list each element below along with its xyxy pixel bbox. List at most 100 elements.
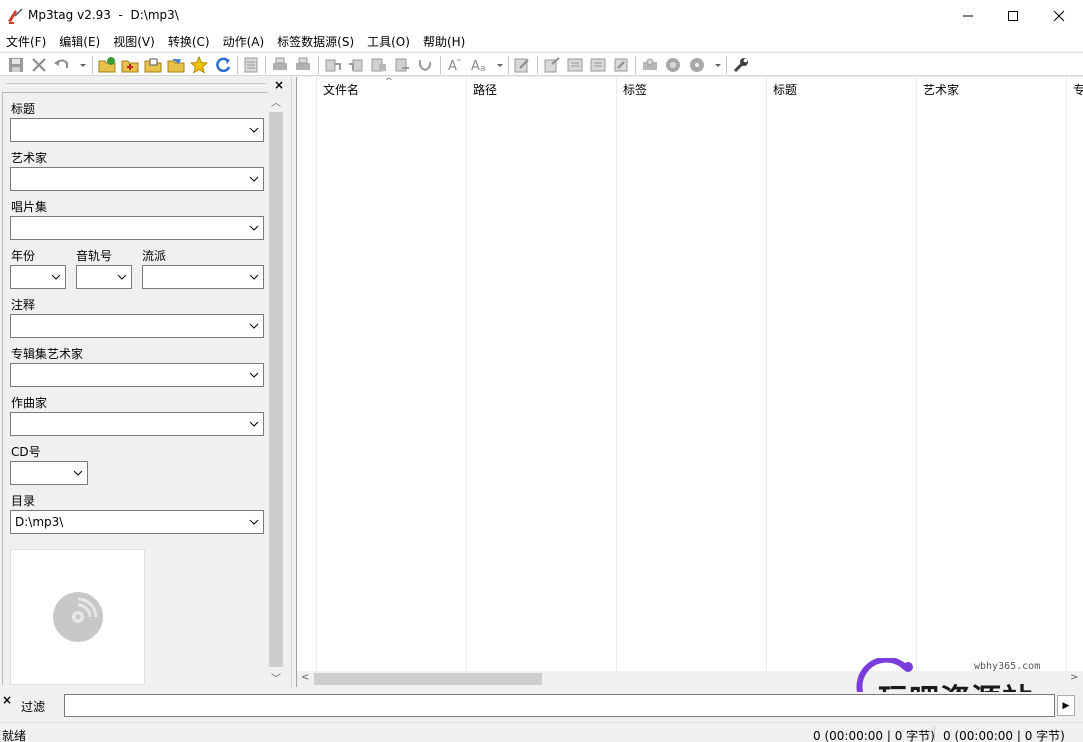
column-title[interactable]: 标题: [766, 77, 916, 671]
filter-close-button[interactable]: ×: [2, 693, 12, 707]
save-button[interactable]: [7, 56, 25, 74]
panel-grip[interactable]: [6, 83, 266, 86]
menu-help[interactable]: 帮助(H): [417, 31, 472, 51]
column-album[interactable]: 专: [1066, 77, 1083, 671]
web-source-icon: [666, 58, 680, 72]
filter-label: 过滤: [21, 700, 46, 714]
print-button[interactable]: [271, 56, 289, 74]
autonumber-button[interactable]: [416, 56, 434, 74]
print-preview-button[interactable]: [294, 56, 312, 74]
file-list[interactable]: ^ 文件名 路径 标签 标题 艺术家 专 < >: [296, 77, 1083, 688]
chevron-down-icon: [249, 225, 259, 231]
remove-tag-icon: [32, 58, 46, 72]
undo-button[interactable]: [53, 56, 71, 74]
menu-edit[interactable]: 编辑(E): [53, 31, 107, 51]
menu-convert[interactable]: 转换(C): [162, 31, 217, 51]
chevron-down-icon: [51, 274, 61, 280]
open-folder-icon: [144, 58, 162, 73]
tag-panel-scrollbar[interactable]: ︿ ﹀: [268, 92, 284, 685]
file-list-scroll-thumb[interactable]: [314, 673, 542, 685]
album-artist-combo[interactable]: [10, 363, 264, 387]
quick-action-icon: [614, 58, 628, 72]
scroll-up-icon[interactable]: ︿: [271, 94, 281, 109]
open-folder-button[interactable]: [144, 56, 162, 74]
album-combo[interactable]: [10, 216, 264, 240]
year-combo[interactable]: [10, 265, 66, 289]
comment-combo[interactable]: [10, 314, 264, 338]
chevron-down-icon: [73, 470, 83, 476]
scroll-left-icon[interactable]: <: [301, 672, 309, 683]
track-combo[interactable]: [76, 265, 132, 289]
minimize-button[interactable]: [945, 0, 991, 31]
composer-label: 作曲家: [11, 396, 48, 410]
column-path[interactable]: 路径: [466, 77, 616, 671]
menu-view[interactable]: 视图(V): [107, 31, 162, 51]
column-filename[interactable]: 文件名: [316, 77, 466, 671]
disc-combo[interactable]: [10, 461, 88, 485]
filename-tag-button[interactable]: [347, 56, 365, 74]
text-format-dropdown[interactable]: [491, 56, 503, 74]
column-tag[interactable]: 标签: [616, 77, 766, 671]
folder-playlist-icon: [167, 59, 185, 73]
list-button[interactable]: [589, 56, 607, 74]
filter-bar: × 过滤 ▶: [0, 692, 1083, 719]
menu-tag-sources[interactable]: 标签数据源(S): [271, 31, 361, 51]
title-label: 标题: [11, 102, 36, 116]
composer-combo[interactable]: [10, 412, 264, 436]
status-divider: [934, 726, 935, 741]
svg-text:A: A: [448, 59, 457, 74]
web-source-button[interactable]: [664, 56, 682, 74]
album-label: 唱片集: [11, 200, 48, 214]
discogs-button[interactable]: [688, 56, 706, 74]
change-directory-button[interactable]: [98, 56, 116, 74]
genre-combo[interactable]: [142, 265, 264, 289]
menu-file[interactable]: 文件(F): [0, 31, 53, 51]
cover-art[interactable]: [10, 549, 145, 685]
status-total: 0 (00:00:00 | 0 字节): [943, 729, 1065, 742]
add-directory-icon: [121, 60, 139, 73]
export-icon: [544, 57, 560, 73]
remove-tag-button[interactable]: [30, 56, 48, 74]
add-directory-button[interactable]: [121, 56, 139, 74]
freedb-icon: [643, 58, 657, 70]
maximize-icon: [1008, 10, 1018, 21]
maximize-button[interactable]: [990, 0, 1036, 31]
disc-label: CD号: [11, 445, 41, 459]
quick-action-button[interactable]: [612, 56, 630, 74]
web-sources-dropdown[interactable]: [709, 56, 721, 74]
import-button[interactable]: [566, 56, 584, 74]
case-conversion-button[interactable]: A: [446, 56, 464, 74]
tag-tag-button[interactable]: [393, 56, 411, 74]
scroll-down-icon[interactable]: ﹀: [271, 670, 281, 685]
options-button[interactable]: [732, 56, 750, 74]
refresh-button[interactable]: [214, 56, 232, 74]
tag-panel-close-button[interactable]: ×: [274, 78, 284, 92]
favorite-button[interactable]: [190, 56, 208, 74]
chevron-down-icon: [249, 372, 259, 378]
menu-actions[interactable]: 动作(A): [217, 31, 272, 51]
menu-tools[interactable]: 工具(O): [361, 31, 417, 51]
tag-panel-scroll-thumb[interactable]: [269, 112, 283, 667]
filter-go-button[interactable]: ▶: [1057, 695, 1075, 716]
text-tag-button[interactable]: [370, 56, 388, 74]
window-title: Mp3tag v2.93 - D:\mp3\: [28, 8, 179, 22]
folder-playlist-button[interactable]: [167, 56, 185, 74]
select-all-button[interactable]: [242, 56, 260, 74]
artist-combo[interactable]: [10, 167, 264, 191]
close-button[interactable]: [1036, 0, 1082, 31]
freedb-button[interactable]: [641, 56, 659, 74]
artist-label: 艺术家: [11, 151, 48, 165]
scroll-right-icon[interactable]: >: [1070, 672, 1078, 683]
refresh-icon: [216, 57, 231, 73]
column-artist[interactable]: 艺术家: [916, 77, 1066, 671]
undo-dropdown[interactable]: [74, 56, 86, 74]
filter-input[interactable]: [64, 694, 1055, 717]
tag-filename-button[interactable]: [324, 56, 342, 74]
edit-button[interactable]: [513, 56, 531, 74]
edit-icon: [514, 58, 529, 73]
directory-combo[interactable]: D:\mp3\: [10, 510, 264, 534]
favorite-star-icon: [190, 56, 208, 74]
title-combo[interactable]: [10, 118, 264, 142]
export-button[interactable]: [543, 56, 561, 74]
text-format-button[interactable]: Aa: [470, 56, 488, 74]
